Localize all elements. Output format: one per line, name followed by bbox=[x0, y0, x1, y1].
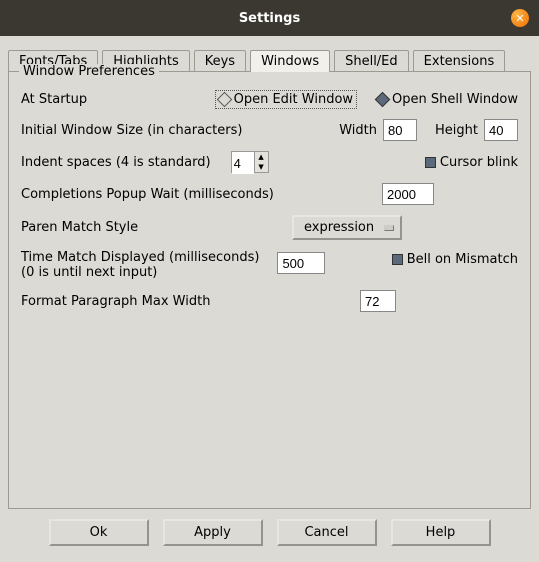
content-area: Fonts/Tabs Highlights Keys Windows Shell… bbox=[0, 36, 539, 554]
time-match-input[interactable] bbox=[277, 252, 325, 274]
window-title: Settings bbox=[239, 11, 300, 26]
paren-style-select[interactable]: expression bbox=[292, 215, 402, 240]
cancel-button[interactable]: Cancel bbox=[277, 519, 377, 546]
height-input[interactable] bbox=[484, 119, 518, 141]
checkbox-icon bbox=[392, 254, 403, 265]
time-match-label: Time Match Displayed (milliseconds) bbox=[21, 250, 259, 265]
help-button[interactable]: Help bbox=[391, 519, 491, 546]
completions-label: Completions Popup Wait (milliseconds) bbox=[21, 187, 274, 202]
apply-button[interactable]: Apply bbox=[163, 519, 263, 546]
option-grip-icon bbox=[384, 225, 394, 231]
close-icon[interactable]: ✕ bbox=[511, 9, 529, 27]
tab-shelled[interactable]: Shell/Ed bbox=[334, 50, 409, 72]
open-edit-window-radio[interactable]: Open Edit Window bbox=[215, 90, 357, 109]
width-label: Width bbox=[339, 123, 377, 138]
indent-label: Indent spaces (4 is standard) bbox=[21, 155, 211, 170]
width-input[interactable] bbox=[383, 119, 417, 141]
tab-extensions[interactable]: Extensions bbox=[413, 50, 506, 72]
format-width-label: Format Paragraph Max Width bbox=[21, 294, 210, 309]
completions-wait-input[interactable] bbox=[382, 183, 434, 205]
diamond-icon bbox=[216, 92, 232, 108]
indent-spaces-spinner[interactable]: ▲▼ bbox=[231, 151, 269, 173]
diamond-icon bbox=[375, 92, 391, 108]
checkbox-icon bbox=[425, 157, 436, 168]
spinner-arrows-icon[interactable]: ▲▼ bbox=[254, 152, 268, 172]
group-title: Window Preferences bbox=[19, 64, 159, 79]
startup-label: At Startup bbox=[21, 92, 87, 107]
time-match-sub: (0 is until next input) bbox=[21, 265, 259, 280]
ok-button[interactable]: Ok bbox=[49, 519, 149, 546]
open-shell-window-radio[interactable]: Open Shell Window bbox=[377, 92, 518, 107]
dialog-buttons: Ok Apply Cancel Help bbox=[8, 519, 531, 546]
titlebar: Settings ✕ bbox=[0, 0, 539, 36]
cursor-blink-checkbox[interactable]: Cursor blink bbox=[425, 155, 518, 170]
indent-spaces-input[interactable] bbox=[232, 152, 254, 174]
tab-keys[interactable]: Keys bbox=[194, 50, 246, 72]
initial-size-label: Initial Window Size (in characters) bbox=[21, 123, 242, 138]
paren-style-label: Paren Match Style bbox=[21, 220, 138, 235]
height-label: Height bbox=[435, 123, 478, 138]
tab-windows[interactable]: Windows bbox=[250, 50, 330, 72]
window-preferences-group: Window Preferences At Startup Open Edit … bbox=[8, 71, 531, 509]
format-width-input[interactable] bbox=[360, 290, 396, 312]
bell-on-mismatch-checkbox[interactable]: Bell on Mismatch bbox=[392, 252, 518, 267]
